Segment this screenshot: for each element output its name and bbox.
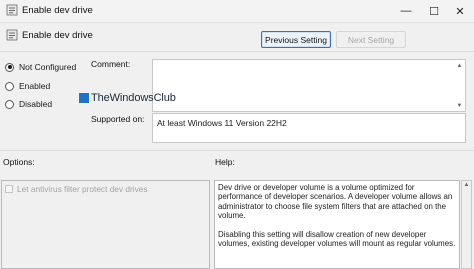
antivirus-filter-option[interactable]: Let antivirus filter protect dev drives — [5, 184, 148, 194]
antivirus-filter-checkbox[interactable] — [5, 185, 13, 193]
maximize-icon: ☐ — [429, 5, 439, 18]
help-paragraph: Dev drive or developer volume is a volum… — [218, 183, 453, 221]
radio-label: Not Configured — [19, 62, 77, 72]
maximize-button[interactable]: ☐ — [420, 0, 448, 22]
title-bar: Enable dev drive — ☐ ✕ — [0, 0, 474, 23]
scroll-up-icon[interactable]: ▲ — [462, 182, 471, 188]
options-label: Options: — [3, 157, 35, 167]
header-divider — [0, 51, 474, 52]
comment-field[interactable]: ▲ ▼ — [152, 59, 466, 112]
radio-label: Disabled — [19, 99, 53, 109]
radio-enabled[interactable]: Enabled — [5, 81, 50, 91]
watermark-text: TheWindowsClub — [91, 92, 176, 104]
minimize-button[interactable]: — — [392, 0, 420, 22]
next-setting-button[interactable]: Next Setting — [336, 31, 406, 48]
help-scrollbar[interactable]: ▲ — [461, 180, 472, 269]
minimize-icon: — — [400, 5, 412, 17]
radio-label: Enabled — [19, 81, 51, 91]
radio-indicator[interactable] — [5, 99, 14, 109]
watermark-logo — [79, 93, 89, 103]
close-button[interactable]: ✕ — [446, 0, 474, 22]
supported-on-value: At least Windows 11 Version 22H2 — [157, 118, 287, 128]
next-setting-label: Next Setting — [347, 34, 395, 45]
policy-settings-icon — [6, 4, 18, 16]
window-title: Enable dev drive — [22, 5, 93, 16]
comment-label: Comment: — [91, 59, 131, 69]
pane-divider — [0, 150, 474, 151]
setting-name: Enable dev drive — [22, 30, 93, 41]
help-pane: Dev drive or developer volume is a volum… — [214, 180, 460, 269]
policy-settings-icon — [6, 29, 18, 41]
help-label: Help: — [215, 157, 235, 167]
radio-indicator[interactable] — [5, 62, 14, 72]
antivirus-filter-label: Let antivirus filter protect dev drives — [17, 184, 148, 194]
previous-setting-label: Previous Setting — [265, 34, 327, 45]
help-paragraph: Disabling this setting will disallow cre… — [218, 229, 456, 249]
previous-setting-button[interactable]: Previous Setting — [261, 31, 331, 48]
radio-indicator[interactable] — [5, 81, 14, 91]
radio-disabled[interactable]: Disabled — [5, 99, 52, 109]
close-icon: ✕ — [455, 5, 465, 18]
radio-not-configured[interactable]: Not Configured — [5, 62, 76, 72]
scroll-up-icon[interactable]: ▲ — [455, 61, 464, 70]
scroll-down-icon[interactable]: ▼ — [455, 101, 464, 110]
supported-on-field: At least Windows 11 Version 22H2 — [152, 113, 466, 143]
supported-on-label: Supported on: — [91, 114, 145, 124]
